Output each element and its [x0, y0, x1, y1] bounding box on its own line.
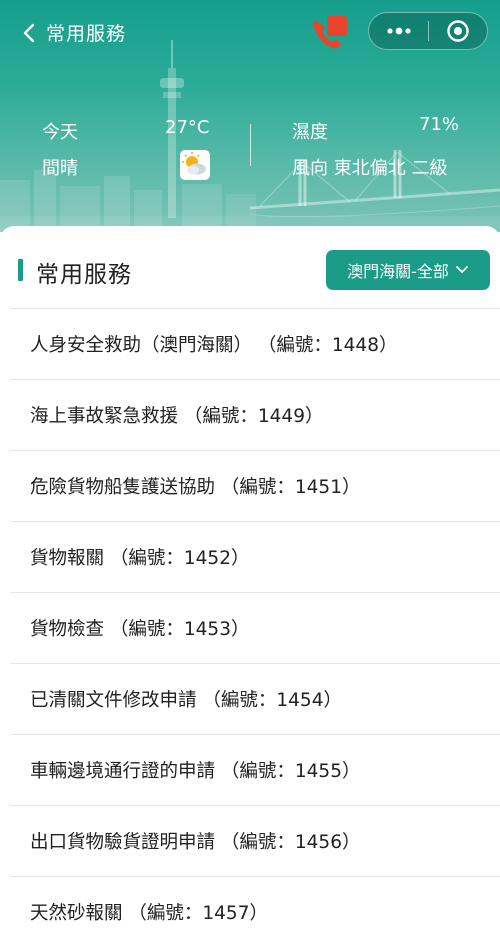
service-item-label: 已清關文件修改申請 （編號：1454）: [30, 690, 342, 711]
service-item[interactable]: 車輛邊境通行證的申請 （編號：1455）: [10, 734, 500, 805]
temperature-value: 27°C: [165, 117, 210, 138]
hotline-button[interactable]: [309, 14, 349, 54]
hotline-phone-icon: [313, 16, 347, 49]
page-title: 常用服務: [46, 23, 127, 45]
service-item[interactable]: 貨物報關 （編號：1452）: [10, 521, 500, 592]
department-select-label: 澳門海關-全部: [347, 262, 449, 281]
service-list: 人身安全救助（澳門海關） （編號：1448） 海上事故緊急救援 （編號：1449…: [10, 308, 500, 947]
section-title: 常用服務: [36, 262, 132, 288]
chevron-down-icon: [455, 266, 468, 273]
service-item-label: 出口貨物驗貨證明申請 （編號：1456）: [30, 832, 361, 853]
more-button[interactable]: [369, 13, 428, 49]
section-accent-bar: [18, 259, 23, 281]
close-button[interactable]: [429, 13, 487, 49]
service-item-label: 人身安全救助（澳門海關） （編號：1448）: [30, 335, 398, 356]
service-item[interactable]: 危險貨物船隻護送協助 （編號：1451）: [10, 450, 500, 521]
service-item[interactable]: 人身安全救助（澳門海關） （編號：1448）: [10, 308, 500, 379]
target-close-icon: [447, 20, 469, 42]
department-select[interactable]: 澳門海關-全部: [326, 250, 490, 290]
more-dots-icon: [386, 27, 411, 35]
humidity-label: 濕度: [292, 122, 328, 143]
service-item[interactable]: 貨物檢查 （編號：1453）: [10, 592, 500, 663]
weather-divider: [250, 124, 251, 166]
humidity-value: 71%: [419, 114, 460, 135]
service-item-label: 貨物檢查 （編號：1453）: [30, 619, 250, 640]
service-item-label: 貨物報關 （編號：1452）: [30, 548, 250, 569]
weather-condition: 間晴: [42, 158, 78, 179]
service-item[interactable]: 天然砂報關 （編號：1457）: [10, 876, 500, 947]
sun-cloud-icon: [180, 150, 210, 180]
weather-panel: 今天 27°C 間晴 濕度 71% 風向 東北偏北 二級: [0, 108, 500, 188]
service-item[interactable]: 海上事故緊急救援 （編號：1449）: [10, 379, 500, 450]
today-label: 今天: [42, 122, 78, 143]
services-card: 常用服務 澳門海關-全部 人身安全救助（澳門海關） （編號：1448） 海上事故…: [0, 226, 500, 945]
back-button[interactable]: [14, 18, 44, 48]
service-item[interactable]: 已清關文件修改申請 （編號：1454）: [10, 663, 500, 734]
service-item-label: 車輛邊境通行證的申請 （編號：1455）: [30, 761, 361, 782]
mini-program-capsule: [368, 12, 488, 50]
service-item-label: 海上事故緊急救援 （編號：1449）: [30, 406, 324, 427]
service-item-label: 天然砂報關 （編號：1457）: [30, 903, 268, 924]
service-item-label: 危險貨物船隻護送協助 （編號：1451）: [30, 477, 361, 498]
chevron-left-icon: [23, 23, 35, 43]
wind-info: 風向 東北偏北 二級: [292, 158, 448, 179]
service-item[interactable]: 出口貨物驗貨證明申請 （編號：1456）: [10, 805, 500, 876]
